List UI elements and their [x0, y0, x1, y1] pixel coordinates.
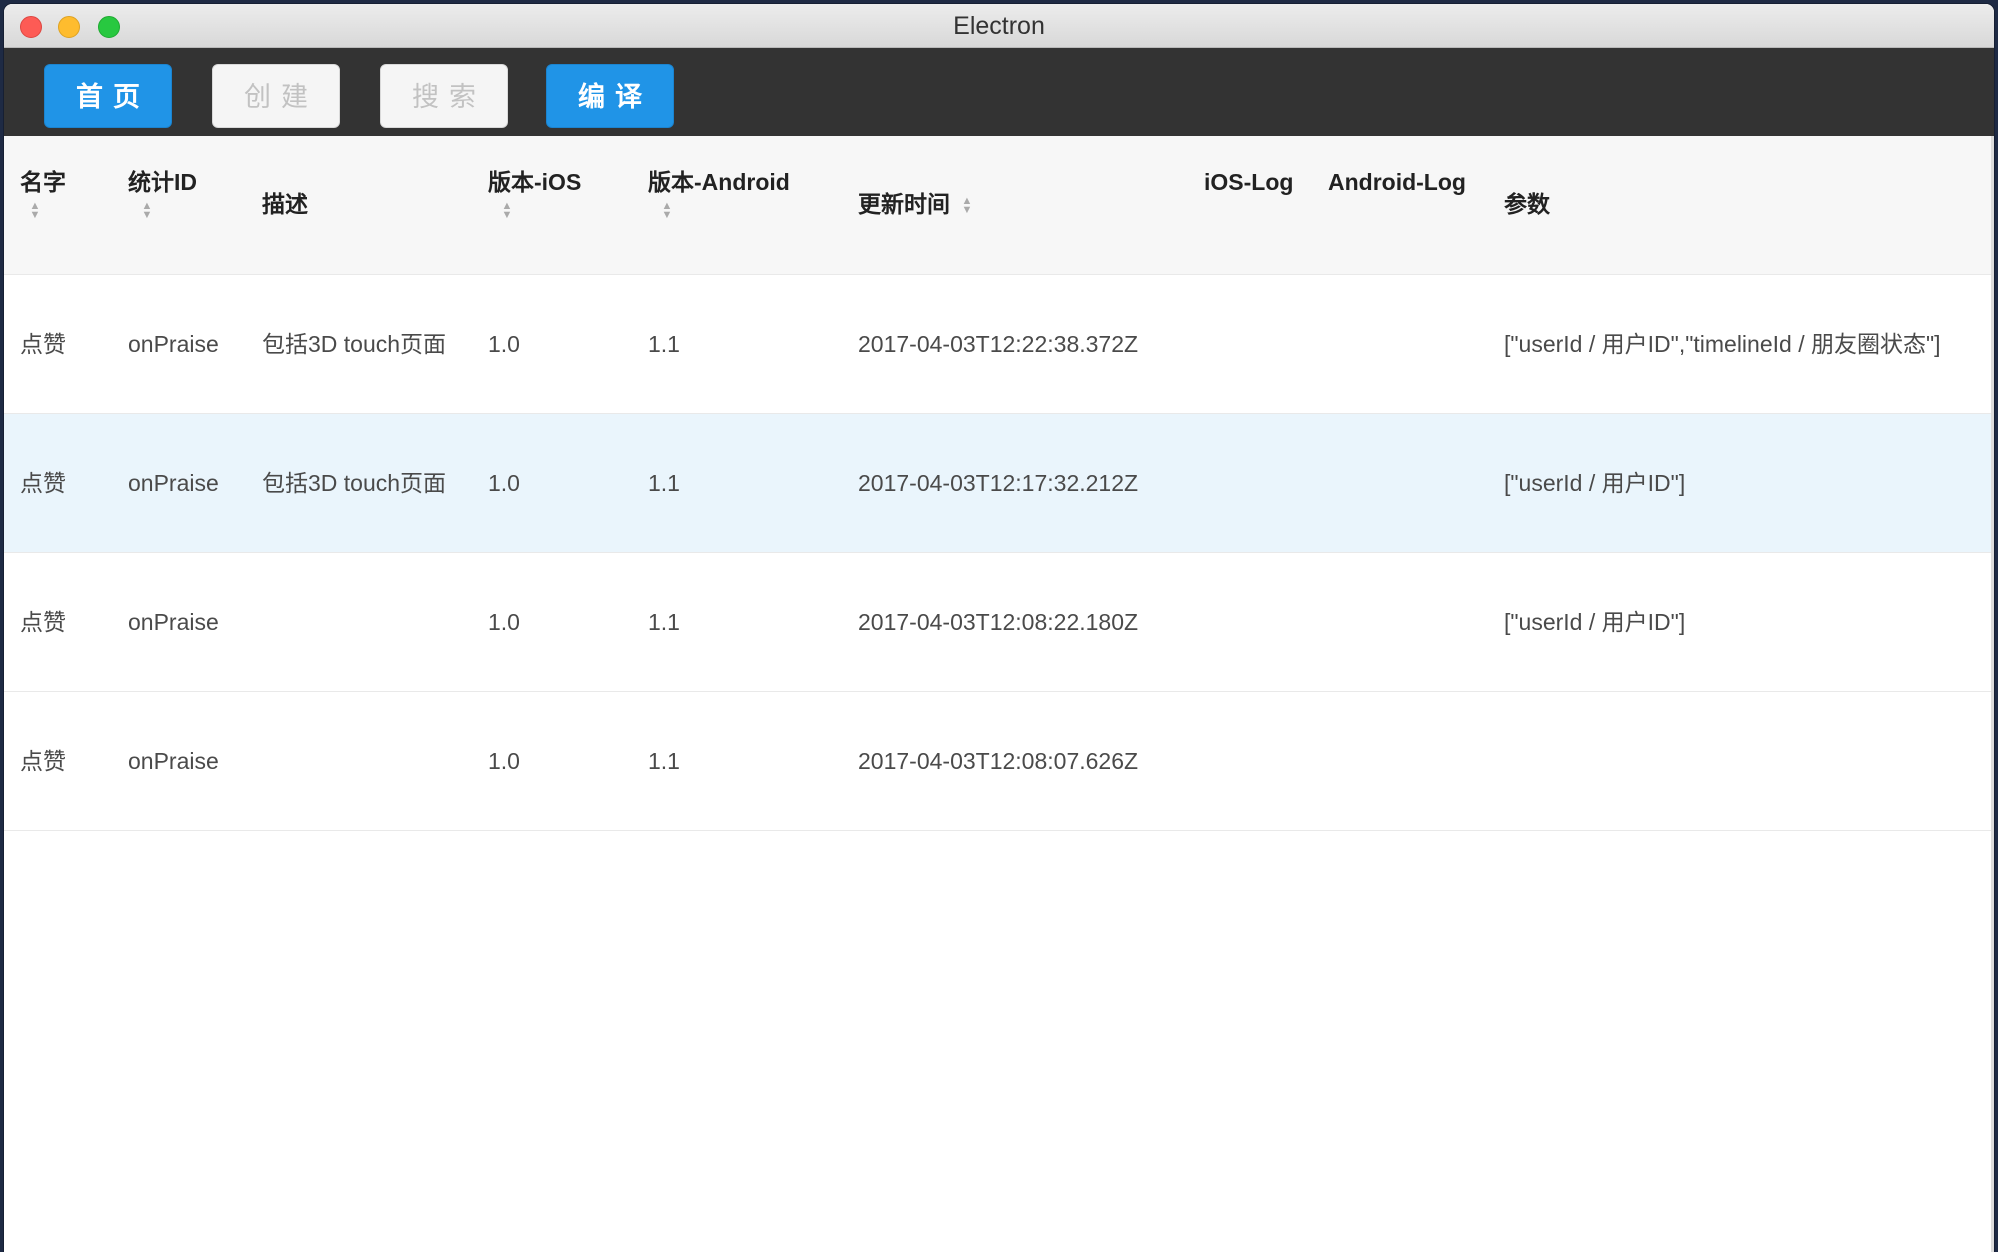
column-header-android-log: Android-Log — [1328, 169, 1466, 195]
table-header: 名字 ▲ ▼ 统计ID ▲ ▼ 描述 版本-iOS ▲ ▼ 版本-Android ▲ ▼… — [4, 136, 1994, 275]
column-header-params: 参数 — [1504, 191, 1550, 217]
cell-stat-id: onPraise — [128, 609, 219, 635]
cell-name: 点赞 — [20, 748, 66, 774]
sort-icon[interactable]: ▲ ▼ — [960, 195, 974, 215]
cell-stat-id: onPraise — [128, 470, 219, 496]
cell-updated: 2017-04-03T12:17:32.212Z — [858, 470, 1139, 496]
cell-version-android: 1.1 — [648, 609, 680, 635]
cell-name: 点赞 — [20, 609, 66, 635]
column-header-name[interactable]: 名字 ▲ ▼ — [20, 164, 66, 221]
cell-description: 包括3D touch页面 — [262, 470, 447, 496]
toolbar: 首页 创建 搜索 编译 — [4, 48, 1994, 136]
column-header-version-android[interactable]: 版本-Android ▲ ▼ — [648, 164, 790, 221]
home-button[interactable]: 首页 — [44, 64, 172, 128]
cell-version-ios: 1.0 — [488, 748, 520, 774]
cell-params: ["userId / 用户ID","timelineId / 朋友圈状态"] — [1504, 331, 1941, 357]
cell-version-android: 1.1 — [648, 470, 680, 496]
cell-version-ios: 1.0 — [488, 470, 520, 496]
cell-version-ios: 1.0 — [488, 331, 520, 357]
scrollbar[interactable] — [1991, 136, 1994, 1252]
title-bar[interactable]: Electron — [4, 4, 1994, 48]
column-header-updated[interactable]: 更新时间 ▲ ▼ — [858, 186, 974, 222]
sort-icon[interactable]: ▲ ▼ — [500, 201, 514, 221]
cell-version-android: 1.1 — [648, 331, 680, 357]
window-title: Electron — [953, 12, 1045, 40]
cell-description: 包括3D touch页面 — [262, 331, 447, 357]
table-row[interactable]: 点赞 onPraise 包括3D touch页面 1.0 1.1 2017-04… — [4, 275, 1994, 414]
column-header-description: 描述 — [262, 191, 308, 217]
app-window: Electron 首页 创建 搜索 编译 名字 ▲ ▼ 统计ID ▲ ▼ 描述 版本… — [4, 4, 1994, 1252]
create-button[interactable]: 创建 — [212, 64, 340, 128]
cell-version-android: 1.1 — [648, 748, 680, 774]
column-header-ios-log: iOS-Log — [1204, 169, 1294, 195]
cell-updated: 2017-04-03T12:08:22.180Z — [858, 609, 1139, 635]
table-row[interactable]: 点赞 onPraise 包括3D touch页面 1.0 1.1 2017-04… — [4, 414, 1994, 553]
sort-icon[interactable]: ▲ ▼ — [660, 201, 674, 221]
cell-stat-id: onPraise — [128, 331, 219, 357]
compile-button[interactable]: 编译 — [546, 64, 674, 128]
table-row[interactable]: 点赞 onPraise 1.0 1.1 2017-04-03T12:08:22.… — [4, 553, 1994, 692]
column-header-stat-id[interactable]: 统计ID ▲ ▼ — [128, 164, 197, 221]
cell-name: 点赞 — [20, 331, 66, 357]
sort-icon[interactable]: ▲ ▼ — [140, 201, 154, 221]
cell-updated: 2017-04-03T12:22:38.372Z — [858, 331, 1139, 357]
cell-stat-id: onPraise — [128, 748, 219, 774]
cell-version-ios: 1.0 — [488, 609, 520, 635]
search-button[interactable]: 搜索 — [380, 64, 508, 128]
events-table: 名字 ▲ ▼ 统计ID ▲ ▼ 描述 版本-iOS ▲ ▼ 版本-Android ▲ ▼… — [4, 136, 1994, 831]
cell-params: ["userId / 用户ID"] — [1504, 470, 1686, 496]
cell-name: 点赞 — [20, 470, 66, 496]
column-header-version-ios[interactable]: 版本-iOS ▲ ▼ — [488, 164, 581, 221]
sort-icon[interactable]: ▲ ▼ — [28, 201, 42, 221]
table-row[interactable]: 点赞 onPraise 1.0 1.1 2017-04-03T12:08:07.… — [4, 692, 1994, 831]
cell-updated: 2017-04-03T12:08:07.626Z — [858, 748, 1139, 774]
cell-params: ["userId / 用户ID"] — [1504, 609, 1686, 635]
